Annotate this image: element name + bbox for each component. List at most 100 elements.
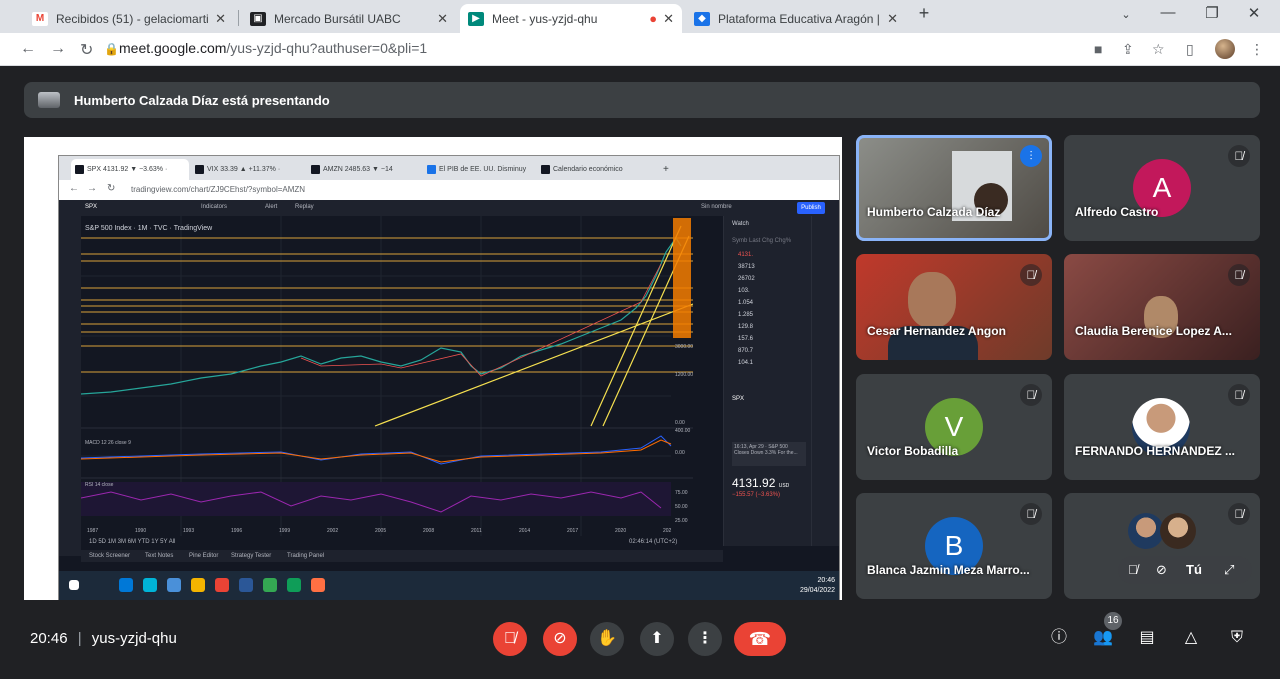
url-field[interactable]: meet.google.com/yus-yzjd-qhu?authuser=0&… bbox=[119, 40, 427, 56]
store-icon bbox=[143, 578, 157, 592]
x-tick-label: 202 bbox=[663, 528, 672, 534]
shared-tab: El PIB de EE. UU. Disminuy bbox=[423, 159, 533, 180]
participant-tile[interactable]: A 🎙̸ Alfredo Castro bbox=[1064, 135, 1260, 241]
tv-toolbar: SPX Indicators Alert Replay Sin nombre P… bbox=[59, 200, 839, 216]
y-tick-label: 3000.00 bbox=[675, 344, 693, 350]
gmail-icon: M bbox=[32, 11, 48, 26]
y-tick-label: 0.00 bbox=[675, 420, 685, 426]
price-change: −155.57 (−3.63%) bbox=[732, 492, 781, 498]
watchlist-row: 103. bbox=[738, 288, 750, 294]
restore-icon[interactable]: ❐ bbox=[1200, 4, 1224, 22]
bottom-panel-tabs: Stock Screener Text Notes Pine Editor St… bbox=[81, 550, 723, 562]
bookmark-star-icon[interactable]: ☆ bbox=[1152, 41, 1165, 58]
watchlist-row: 26702 bbox=[738, 276, 755, 282]
camera-icon[interactable]: ■ bbox=[1094, 41, 1102, 57]
x-tick-label: 1993 bbox=[183, 528, 194, 534]
watchlist-row: 4131. bbox=[738, 252, 754, 258]
participant-tile[interactable]: 🎙̸ Cesar Hernandez Angon bbox=[856, 254, 1052, 360]
reload-icon: ↻ bbox=[107, 183, 116, 194]
close-icon[interactable]: ✕ bbox=[437, 11, 448, 27]
more-options-button[interactable]: ⋮ bbox=[688, 622, 722, 656]
people-icon[interactable]: 👥 bbox=[1092, 627, 1114, 649]
meeting-info: 20:46 | yus-yzjd-qhu bbox=[30, 630, 177, 647]
symbol-label: SPX bbox=[85, 204, 98, 210]
close-window-icon[interactable]: ✕ bbox=[1242, 4, 1266, 22]
camera-off-icon[interactable]: ⊘ bbox=[1156, 562, 1167, 578]
publish-label: Publish bbox=[797, 202, 825, 214]
tab-mercado[interactable]: ▣ Mercado Bursátil UABC ✕ bbox=[242, 4, 456, 33]
activities-icon[interactable]: △ bbox=[1180, 627, 1202, 649]
windows-icon bbox=[69, 580, 79, 590]
mic-off-icon: 🎙̸ bbox=[1228, 503, 1250, 525]
recording-icon: ● bbox=[649, 11, 658, 26]
close-icon[interactable]: ✕ bbox=[215, 11, 226, 27]
watchlist-row: 870.7 bbox=[738, 348, 754, 354]
watchlist-row: 1.054 bbox=[738, 300, 754, 306]
presenter-avatar bbox=[38, 92, 60, 108]
tab-search-icon[interactable]: ⌄ bbox=[1114, 8, 1138, 21]
y-tick-label: 75.00 bbox=[675, 490, 688, 496]
classroom-icon: ▣ bbox=[250, 11, 266, 26]
minimize-icon[interactable]: — bbox=[1156, 4, 1180, 21]
raise-hand-button[interactable]: ✋ bbox=[590, 622, 624, 656]
menu-icon[interactable]: ⋮ bbox=[1250, 41, 1264, 58]
y-tick-label: 1200.00 bbox=[675, 372, 693, 378]
mic-off-icon: 🎙̸ bbox=[1228, 145, 1250, 167]
mic-off-icon[interactable]: 🎙̸ bbox=[1128, 562, 1138, 577]
profile-avatar[interactable] bbox=[1215, 39, 1235, 59]
y-tick-label: 0.00 bbox=[675, 450, 685, 456]
layout-name: Sin nombre bbox=[701, 204, 732, 210]
news-item: 16:13, Apr 29 · S&P 500 Closes Down 3.3%… bbox=[732, 442, 806, 466]
indicators-label: Indicators bbox=[201, 204, 228, 210]
edge-icon bbox=[119, 578, 133, 592]
meet-icon: ▶ bbox=[468, 11, 484, 26]
alert-label: Alert bbox=[265, 204, 278, 210]
new-tab-icon: + bbox=[663, 164, 669, 175]
browser-tab-bar: M Recibidos (51) - gelaciomartinma ✕ ▣ M… bbox=[0, 0, 1280, 33]
present-button[interactable]: ⬆ bbox=[640, 622, 674, 656]
expand-icon[interactable]: ⤢ bbox=[1224, 562, 1234, 578]
price-chart: S&P 500 Index · 1M · TVC · TradingView M… bbox=[81, 216, 693, 536]
close-icon[interactable]: ✕ bbox=[663, 11, 674, 27]
leave-call-button[interactable]: ☎ bbox=[734, 622, 786, 656]
watchlist-row: 104.1 bbox=[738, 360, 754, 366]
address-bar: ← → ↻ 🔒 meet.google.com/yus-yzjd-qhu?aut… bbox=[0, 33, 1280, 66]
back-icon[interactable]: ← bbox=[20, 40, 36, 58]
watchlist-row: 1.285 bbox=[738, 312, 754, 318]
participant-count-badge: 16 bbox=[1104, 612, 1122, 630]
share-icon[interactable]: ⇪ bbox=[1122, 41, 1134, 58]
shared-tab: AMZN 2485.63 ▼ −14 bbox=[307, 159, 419, 180]
forward-icon[interactable]: → bbox=[50, 40, 66, 58]
rsi-label: RSI 14 close bbox=[85, 482, 114, 488]
tab-gmail[interactable]: M Recibidos (51) - gelaciomartinma ✕ bbox=[24, 4, 234, 33]
participant-tile[interactable]: 🎙̸ FERNANDO HERNANDEZ ... bbox=[1064, 374, 1260, 480]
participant-tile[interactable]: B 🎙̸ Blanca Jazmin Meza Marro... bbox=[856, 493, 1052, 599]
chrome-icon bbox=[263, 578, 277, 592]
x-tick-label: 2014 bbox=[519, 528, 530, 534]
tab-meet[interactable]: ▶ Meet - yus-yzjd-qhu ● ✕ bbox=[460, 4, 682, 33]
new-tab-icon[interactable]: + bbox=[912, 3, 936, 24]
participant-tile[interactable]: ⫶ Humberto Calzada Díaz bbox=[856, 135, 1052, 241]
reload-icon[interactable]: ↻ bbox=[80, 40, 93, 60]
back-icon: ← bbox=[69, 183, 79, 194]
replay-label: Replay bbox=[295, 204, 314, 210]
close-icon[interactable]: ✕ bbox=[887, 11, 898, 27]
participant-tile[interactable]: 🎙̸ Claudia Berenice Lopez A... bbox=[1064, 254, 1260, 360]
watchlist-row: 157.6 bbox=[738, 336, 754, 342]
side-panel-icon[interactable]: ▯ bbox=[1186, 41, 1194, 58]
host-controls-icon[interactable]: ⛨ bbox=[1226, 627, 1248, 649]
macd-label: MACD 12 26 close 9 bbox=[85, 440, 131, 446]
camera-toggle-button[interactable]: ⊘ bbox=[543, 622, 577, 656]
shared-browser: SPX 4131.92 ▼ −3.63% · VIX 33.39 ▲ +11.3… bbox=[58, 155, 840, 600]
shared-tab: SPX 4131.92 ▼ −3.63% · bbox=[71, 159, 189, 180]
taskbar-clock: 20:46 29/04/2022 bbox=[799, 577, 835, 594]
chat-icon[interactable]: ▤ bbox=[1136, 627, 1158, 649]
right-toolbar bbox=[811, 216, 839, 546]
mic-toggle-button[interactable]: 🎙̸ bbox=[493, 622, 527, 656]
x-tick-label: 1996 bbox=[231, 528, 242, 534]
meeting-details-icon[interactable]: ⓘ bbox=[1048, 627, 1070, 649]
x-tick-label: 2008 bbox=[423, 528, 434, 534]
mic-off-icon: 🎙̸ bbox=[1020, 384, 1042, 406]
tab-plataforma[interactable]: ◆ Plataforma Educativa Aragón | UI ✕ bbox=[686, 4, 906, 33]
participant-tile[interactable]: V 🎙̸ Victor Bobadilla bbox=[856, 374, 1052, 480]
